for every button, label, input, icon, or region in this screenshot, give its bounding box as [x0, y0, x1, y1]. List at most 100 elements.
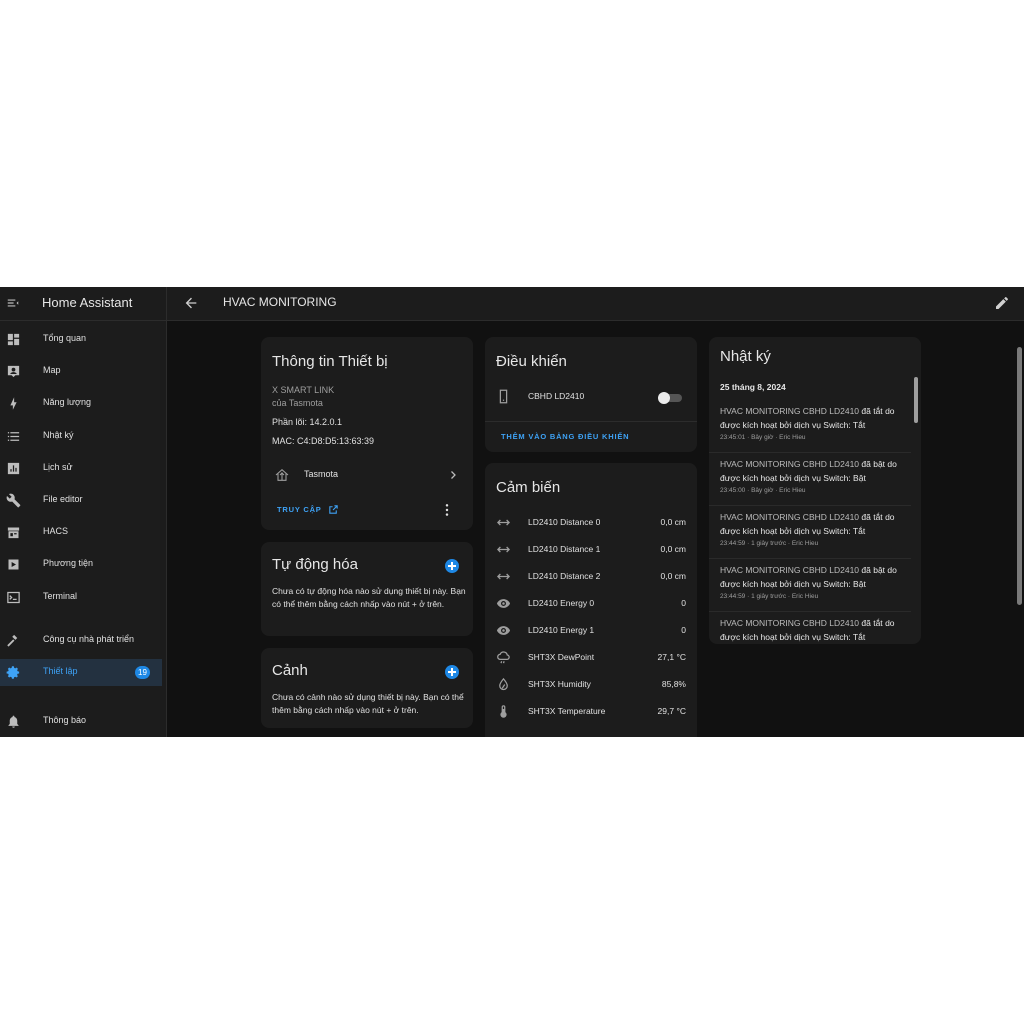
arrow-left-icon[interactable] — [183, 295, 199, 311]
sidebar-item-notifications[interactable]: Thông báo — [0, 708, 162, 735]
sensor-row[interactable]: SHT3X Temperature 29,7 °C — [485, 698, 697, 725]
integration-name: Tasmota — [304, 469, 339, 479]
logbook-list[interactable]: HVAC MONITORING CBHD LD2410 đã tắt do đư… — [709, 399, 911, 644]
cellphone-icon — [499, 389, 508, 404]
sidebar-item-label: Nhật ký — [43, 430, 74, 440]
logbook-entry[interactable]: HVAC MONITORING CBHD LD2410 đã tắt do đư… — [709, 399, 911, 453]
sensor-name: LD2410 Distance 2 — [528, 571, 601, 581]
bell-icon — [8, 715, 19, 728]
logbook-entry[interactable]: HVAC MONITORING CBHD LD2410 đã bật do đư… — [709, 558, 911, 612]
entry-source[interactable]: HVAC MONITORING CBHD LD2410 — [720, 565, 859, 575]
control-toggle[interactable] — [657, 392, 683, 404]
card-title: Nhật ký — [720, 348, 771, 365]
control-row[interactable]: CBHD LD2410 — [485, 383, 697, 410]
controls-card: Điều khiển CBHD LD2410 THÊM VÀO BẢNG ĐIỀ… — [485, 337, 697, 452]
page-scrollbar[interactable] — [1017, 347, 1022, 605]
sidebar-item-label: File editor — [43, 494, 83, 504]
device-model: X SMART LINK — [272, 385, 335, 395]
automation-card: Tự động hóa Chưa có tự động hóa nào sử d… — [261, 542, 473, 636]
entry-source[interactable]: HVAC MONITORING CBHD LD2410 — [720, 512, 859, 522]
sidebar-header: Home Assistant — [0, 287, 166, 321]
card-title: Cảm biến — [496, 479, 561, 496]
sensor-name: SHT3X Temperature — [528, 706, 606, 716]
sensor-value: 0 — [681, 598, 686, 608]
sidebar-item-history[interactable]: Lịch sử — [0, 455, 162, 482]
integration-row[interactable]: Tasmota — [261, 461, 473, 489]
tasmota-icon — [275, 468, 289, 481]
dashboard-icon — [7, 333, 20, 346]
automation-description: Chưa có tự động hóa nào sử dụng thiết bị… — [272, 586, 466, 609]
logbook-date: 25 tháng 8, 2024 — [720, 382, 786, 392]
logbook-entry[interactable]: HVAC MONITORING CBHD LD2410 đã bật do đư… — [709, 452, 911, 506]
add-scene-button[interactable] — [445, 665, 459, 679]
entry-meta: 23:45:01 · Bây giờ · Eric Hieu — [720, 434, 806, 441]
sidebar-item-label: Lịch sử — [43, 462, 73, 472]
sidebar-item-file-editor[interactable]: File editor — [0, 487, 162, 514]
sensor-row[interactable]: LD2410 Distance 2 0,0 cm — [485, 563, 697, 590]
device-manufacturer: của Tasmota — [272, 398, 323, 408]
visit-link[interactable]: TRUY CẬP — [272, 503, 352, 517]
thermometer-icon — [500, 705, 507, 718]
sidebar-item-map[interactable]: Map — [0, 358, 162, 385]
add-to-dashboard-button[interactable]: THÊM VÀO BẢNG ĐIỀU KHIỂN — [496, 430, 646, 444]
sidebar: Home Assistant Tổng quan Map Năng lượng … — [0, 287, 167, 737]
sidebar-item-hacs[interactable]: HACS — [0, 519, 162, 546]
sidebar-item-settings[interactable]: Thiết lập 19 — [0, 659, 162, 686]
sensor-value: 0,0 cm — [660, 571, 686, 581]
sidebar-item-overview[interactable]: Tổng quan — [0, 326, 162, 353]
arrow-left-right-icon — [496, 546, 511, 553]
sidebar-item-media[interactable]: Phương tiện — [0, 551, 162, 578]
sidebar-item-label: Map — [43, 365, 61, 375]
sidebar-item-energy[interactable]: Năng lượng — [0, 390, 162, 417]
page-title: HVAC MONITORING — [223, 295, 337, 309]
lightning-bolt-icon — [10, 397, 17, 410]
sidebar-item-developer-tools[interactable]: Công cụ nhà phát triển — [0, 627, 162, 654]
entry-source[interactable]: HVAC MONITORING CBHD LD2410 — [720, 459, 859, 469]
hammer-icon — [7, 634, 18, 647]
sensor-row[interactable]: LD2410 Distance 0 0,0 cm — [485, 509, 697, 536]
logbook-entry[interactable]: HVAC MONITORING CBHD LD2410 đã tắt do đư… — [709, 611, 911, 644]
app-title: Home Assistant — [42, 295, 133, 310]
sidebar-item-terminal[interactable]: Terminal — [0, 584, 162, 611]
entry-source[interactable]: HVAC MONITORING CBHD LD2410 — [720, 406, 859, 416]
scenes-card: Cảnh Chưa có cảnh nào sử dụng thiết bị n… — [261, 648, 473, 728]
sensor-name: LD2410 Energy 0 — [528, 598, 595, 608]
visit-link-label: TRUY CẬP — [277, 505, 322, 514]
more-vertical-icon[interactable] — [441, 503, 453, 517]
entry-source[interactable]: HVAC MONITORING CBHD LD2410 — [720, 618, 859, 628]
sidebar-item-label: Terminal — [43, 591, 78, 601]
add-automation-button[interactable] — [445, 559, 459, 573]
play-box-icon — [8, 559, 19, 570]
sensor-row[interactable]: SHT3X DewPoint 27,1 °C — [485, 644, 697, 671]
logbook-entry[interactable]: HVAC MONITORING CBHD LD2410 đã tắt do đư… — [709, 505, 911, 559]
pencil-icon[interactable] — [994, 295, 1010, 311]
sensor-row[interactable]: SHT3X Humidity 85,8% — [485, 671, 697, 698]
sidebar-item-logbook[interactable]: Nhật ký — [0, 423, 162, 450]
cog-icon — [6, 666, 20, 679]
card-title: Thông tin Thiết bị — [272, 353, 388, 370]
sensor-value: 0,0 cm — [660, 544, 686, 554]
device-mac: MAC: C4:D8:D5:13:63:39 — [272, 436, 375, 446]
card-title: Cảnh — [272, 662, 308, 679]
sensor-row[interactable]: LD2410 Energy 0 0 — [485, 590, 697, 617]
arrow-left-right-icon — [496, 573, 511, 580]
sensors-card: Cảm biến LD2410 Distance 0 0,0 cm LD2410… — [485, 463, 697, 737]
entry-meta: 23:45:00 · Bây giờ · Eric Hieu — [720, 487, 806, 494]
scenes-description: Chưa có cảnh nào sử dụng thiết bị này. B… — [272, 692, 464, 715]
sensor-row[interactable]: LD2410 Distance 1 0,0 cm — [485, 536, 697, 563]
logbook-scrollbar[interactable] — [914, 377, 918, 423]
logbook-card: Nhật ký 25 tháng 8, 2024 HVAC MONITORING… — [709, 337, 921, 644]
sidebar-item-label: Tổng quan — [43, 333, 87, 343]
card-title: Tự động hóa — [272, 556, 358, 573]
arrow-left-right-icon — [496, 519, 511, 526]
sensor-name: LD2410 Distance 1 — [528, 544, 601, 554]
add-to-dashboard-label: THÊM VÀO BẢNG ĐIỀU KHIỂN — [501, 432, 630, 441]
sensor-value: 85,8% — [661, 679, 686, 689]
sensor-value: 29,7 °C — [657, 706, 686, 716]
eye-icon — [496, 599, 511, 608]
sidebar-item-label: Công cụ nhà phát triển — [43, 634, 135, 644]
menu-collapse-icon[interactable] — [6, 296, 20, 310]
divider — [485, 421, 697, 422]
sensor-row[interactable]: LD2410 Energy 1 0 — [485, 617, 697, 644]
console-icon — [7, 591, 20, 604]
